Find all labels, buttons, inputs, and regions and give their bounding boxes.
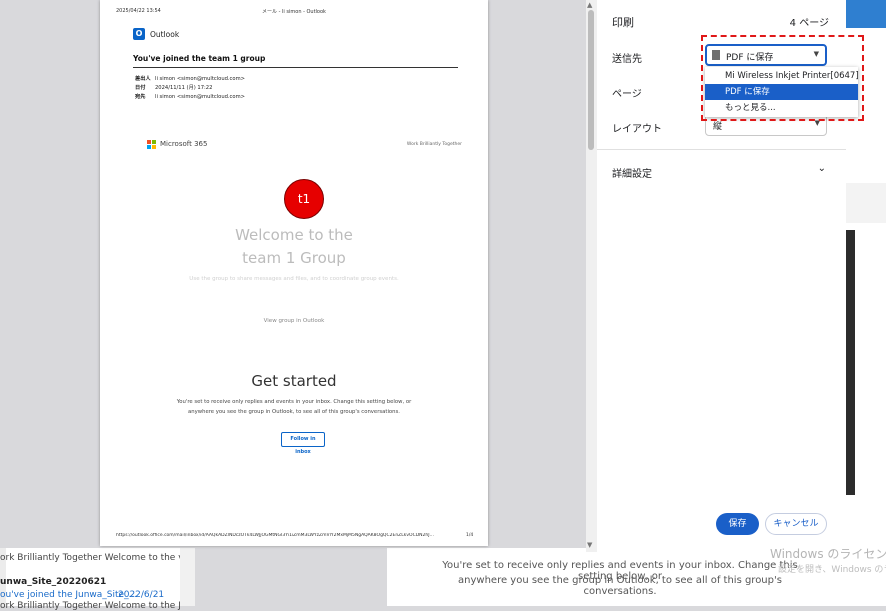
background-header-bar [846,0,886,28]
pages-label: ページ [612,89,642,100]
print-title: 印刷 [612,16,634,29]
welcome-heading-line-1: Welcome to the [235,226,353,244]
preview-scrollbar-thumb[interactable] [588,10,594,150]
layout-label: レイアウト [612,124,662,135]
scroll-down-arrow-icon[interactable]: ▼ [587,541,592,549]
save-button[interactable]: 保存 [716,513,759,535]
list-item-subject-text: ou've joined the Junwa_Site_... [0,590,138,600]
get-started-text-1: You're set to receive only replies and e… [176,399,412,405]
preview-page: 2025/04/22 13:54 メール - li simon - Outloo… [100,0,488,546]
meta-from: 差出人 li simon <simon@multcloud.com> [135,75,245,82]
destination-label: 送信先 [612,54,642,65]
windows-activation-watermark: Windows のライセンス [770,547,886,561]
microsoft-logo-icon [147,140,156,149]
reading-pane-line-2: anywhere you see the group in Outlook, t… [458,575,782,597]
meta-date-label: 日付 [135,85,146,91]
background-dark-block [846,230,855,495]
list-item-date: 2022/6/21 [118,590,165,600]
subject-divider [133,67,458,68]
view-group-link: View group in Outlook [263,318,325,324]
outlook-app-name: Outlook [150,30,180,39]
meta-date: 日付 2024/11/11 (月) 17:22 [135,84,212,91]
group-avatar: t1 [284,179,324,219]
brand-name: Microsoft 365 [160,140,208,148]
meta-from-value: li simon <simon@multcloud.com> [155,76,245,82]
meta-date-value: 2024/11/11 (月) 17:22 [155,85,213,91]
meta-to-value: li simon <simon@multcloud.com> [155,94,245,100]
cancel-button[interactable]: キャンセル [765,513,827,535]
print-preview-area: 2025/04/22 13:54 メール - li simon - Outloo… [0,0,585,548]
meta-to-label: 宛先 [135,94,146,100]
meta-to: 宛先 li simon <simon@multcloud.com> [135,93,245,100]
page-header-title: メール - li simon - Outlook [262,9,326,15]
mail-subject: You've joined the team 1 group [133,54,266,63]
highlight-annotation-box [701,35,864,121]
get-started-text-2: anywhere you see the group in Outlook, t… [188,409,400,415]
panel-divider [597,149,846,150]
follow-in-inbox-button: Follow in inbox [281,432,325,455]
background-block [846,183,886,223]
welcome-heading-line-2: team 1 Group [242,249,346,267]
chevron-down-icon[interactable]: ⌄ [818,163,826,174]
get-started-heading: Get started [251,372,337,390]
page-footer-url: https://outlook.office.com/mail/inbox/id… [116,533,434,538]
welcome-subtext: Use the group to share messages and file… [189,276,399,282]
list-item-preview[interactable]: ork Brilliantly Together Welcome to the … [0,553,180,563]
list-item-sender[interactable]: unwa_Site_20220621 [0,577,180,587]
list-item-subject[interactable]: ou've joined the Junwa_Site_... 2022/6/2… [0,590,180,600]
outlook-logo-icon: O [133,28,145,40]
page-count: 4 ページ [789,18,829,29]
meta-from-label: 差出人 [135,76,151,82]
more-settings-toggle[interactable]: 詳細設定 [612,165,652,180]
list-item-preview[interactable]: ork Brilliantly Together Welcome to the … [0,601,180,611]
windows-activation-watermark-sub: 設定を開き、Windows のライ [778,565,886,575]
brand-tagline: Work Brilliantly Together [406,142,462,147]
scroll-up-arrow-icon[interactable]: ▲ [587,1,592,9]
page-footer-number: 1/4 [466,533,474,538]
